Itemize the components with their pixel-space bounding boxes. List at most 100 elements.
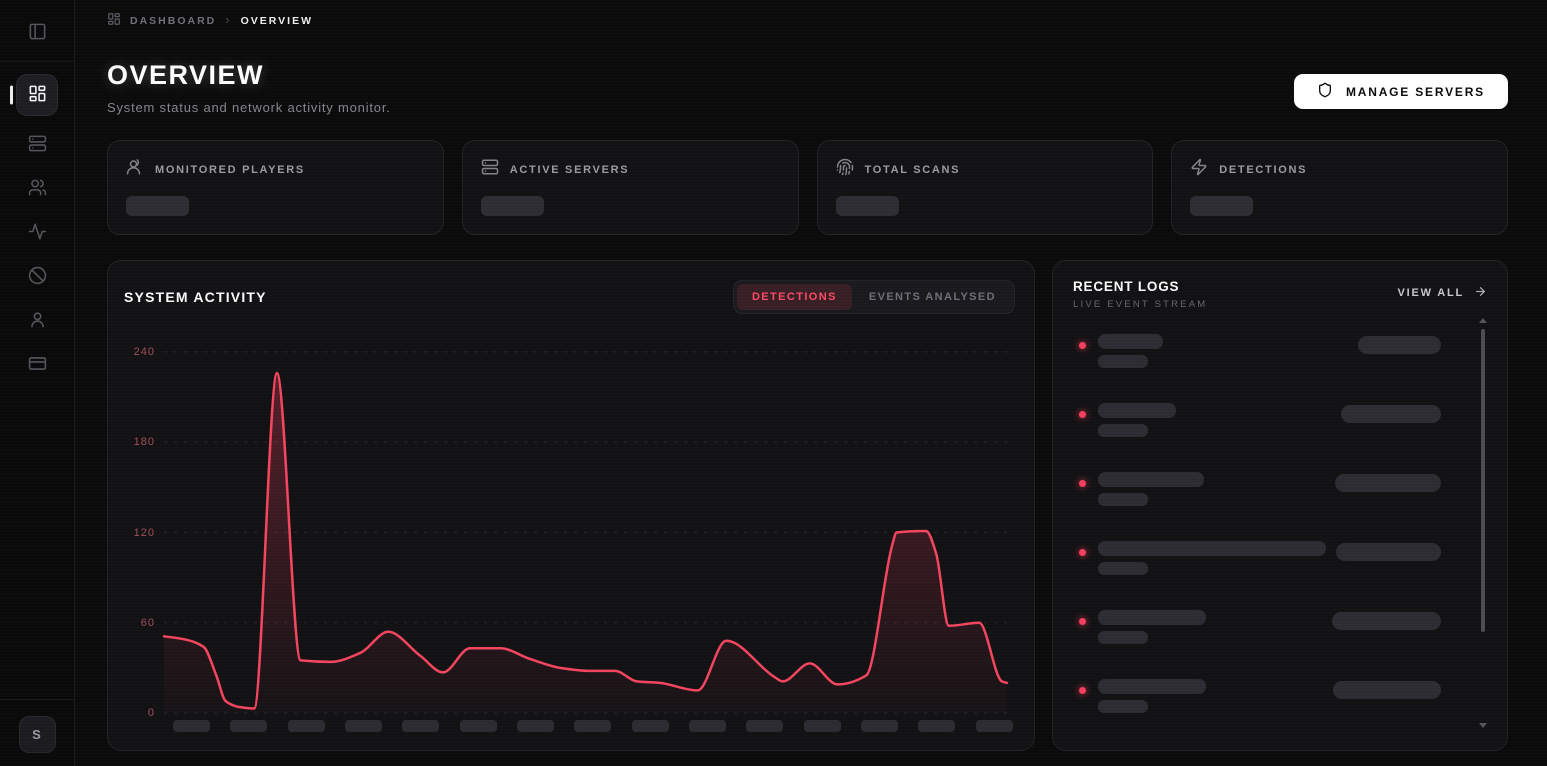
layout-dashboard-icon bbox=[107, 12, 121, 29]
x-axis-label-skeleton bbox=[804, 720, 841, 732]
log-status-dot bbox=[1079, 342, 1086, 349]
sidebar-item-dashboard[interactable] bbox=[16, 74, 58, 116]
activity-icon bbox=[28, 222, 47, 244]
scroll-down-arrow-icon[interactable] bbox=[1479, 723, 1487, 728]
stat-value-skeleton bbox=[481, 196, 544, 216]
x-axis-label-skeleton bbox=[173, 720, 210, 732]
manage-servers-label: MANAGE SERVERS bbox=[1346, 85, 1485, 99]
log-row bbox=[1079, 472, 1441, 506]
log-status-dot bbox=[1079, 480, 1086, 487]
x-axis-label-skeleton bbox=[230, 720, 267, 732]
stat-value-skeleton bbox=[126, 196, 189, 216]
x-axis-label-skeleton bbox=[288, 720, 325, 732]
log-text-skeleton bbox=[1098, 541, 1326, 575]
log-row bbox=[1079, 610, 1441, 644]
user-icon bbox=[28, 310, 47, 332]
log-status-dot bbox=[1079, 549, 1086, 556]
sidebar-item-profile[interactable] bbox=[20, 305, 54, 336]
logs-scrollbar bbox=[1478, 318, 1488, 728]
user-avatar[interactable]: S bbox=[19, 716, 56, 753]
log-text-skeleton bbox=[1098, 610, 1206, 644]
breadcrumb-separator: › bbox=[225, 12, 231, 27]
stat-card-total-scans: TOTAL SCANS bbox=[817, 140, 1154, 235]
shield-icon bbox=[1317, 82, 1333, 101]
log-status-dot bbox=[1079, 618, 1086, 625]
x-axis-label-skeleton bbox=[861, 720, 898, 732]
sidebar-item-servers[interactable] bbox=[20, 129, 54, 160]
stat-label: DETECTIONS bbox=[1219, 164, 1307, 176]
panel-left-icon bbox=[28, 22, 47, 44]
ban-icon bbox=[28, 266, 47, 288]
stat-value-skeleton bbox=[836, 196, 899, 216]
sidebar-item-billing[interactable] bbox=[20, 349, 54, 380]
users-icon bbox=[28, 178, 47, 200]
page-title: OVERVIEW bbox=[107, 60, 391, 91]
stats-row: MONITORED PLAYERS ACTIVE SERVERS TOTAL S… bbox=[107, 140, 1508, 235]
x-axis-placeholder-row bbox=[173, 720, 1015, 732]
x-axis-label-skeleton bbox=[689, 720, 726, 732]
zap-icon bbox=[1190, 158, 1208, 181]
log-text-skeleton bbox=[1098, 679, 1206, 713]
manage-servers-button[interactable]: MANAGE SERVERS bbox=[1294, 74, 1508, 109]
y-axis-tick-label: 240 bbox=[134, 346, 155, 358]
view-all-label: VIEW ALL bbox=[1397, 287, 1464, 299]
y-axis-tick-label: 180 bbox=[134, 436, 155, 448]
sidebar-bottom-section: S bbox=[0, 699, 74, 766]
area-chart-svg bbox=[164, 352, 1007, 713]
y-axis-tick-label: 60 bbox=[141, 617, 155, 629]
log-timestamp-skeleton bbox=[1358, 336, 1441, 354]
tab-events-analysed[interactable]: EVENTS ANALYSED bbox=[854, 284, 1011, 310]
log-timestamp-skeleton bbox=[1336, 543, 1441, 561]
log-row bbox=[1079, 334, 1441, 368]
content-row: SYSTEM ACTIVITY DETECTIONS EVENTS ANALYS… bbox=[107, 260, 1508, 751]
x-axis-label-skeleton bbox=[517, 720, 554, 732]
log-list bbox=[1073, 334, 1487, 713]
log-text-skeleton bbox=[1098, 334, 1163, 368]
chart-tab-group: DETECTIONS EVENTS ANALYSED bbox=[733, 280, 1015, 314]
main-content: DASHBOARD › OVERVIEW OVERVIEW System sta… bbox=[75, 0, 1547, 766]
system-activity-title: SYSTEM ACTIVITY bbox=[124, 289, 267, 305]
sidebar-item-players[interactable] bbox=[20, 173, 54, 204]
log-text-skeleton bbox=[1098, 472, 1204, 506]
arrow-right-icon bbox=[1474, 285, 1487, 301]
panel-toggle-button[interactable] bbox=[20, 17, 54, 48]
y-axis-tick-label: 0 bbox=[148, 707, 155, 719]
layout-dashboard-icon bbox=[28, 84, 47, 106]
users-round-icon bbox=[126, 158, 144, 181]
x-axis-label-skeleton bbox=[574, 720, 611, 732]
stat-label: ACTIVE SERVERS bbox=[510, 164, 630, 176]
log-timestamp-skeleton bbox=[1333, 681, 1441, 699]
sidebar: S bbox=[0, 0, 75, 766]
recent-logs-subtitle: LIVE EVENT STREAM bbox=[1073, 299, 1207, 310]
recent-logs-panel: RECENT LOGS LIVE EVENT STREAM VIEW ALL bbox=[1052, 260, 1508, 751]
sidebar-item-bans[interactable] bbox=[20, 261, 54, 292]
log-row bbox=[1079, 403, 1441, 437]
system-activity-panel: SYSTEM ACTIVITY DETECTIONS EVENTS ANALYS… bbox=[107, 260, 1035, 751]
fingerprint-icon bbox=[836, 158, 854, 181]
scrollbar-thumb[interactable] bbox=[1481, 329, 1485, 632]
log-row bbox=[1079, 541, 1441, 575]
activity-chart: 240180120600 bbox=[164, 352, 1007, 713]
x-axis-label-skeleton bbox=[632, 720, 669, 732]
log-status-dot bbox=[1079, 411, 1086, 418]
log-status-dot bbox=[1079, 687, 1086, 694]
breadcrumb-section[interactable]: DASHBOARD bbox=[130, 15, 216, 27]
stat-label: MONITORED PLAYERS bbox=[155, 164, 305, 176]
credit-card-icon bbox=[28, 354, 47, 376]
stat-label: TOTAL SCANS bbox=[865, 164, 961, 176]
sidebar-top-section bbox=[0, 0, 74, 62]
x-axis-label-skeleton bbox=[918, 720, 955, 732]
sidebar-item-activity[interactable] bbox=[20, 217, 54, 248]
page-header: OVERVIEW System status and network activ… bbox=[107, 60, 1508, 115]
server-icon bbox=[28, 134, 47, 156]
x-axis-label-skeleton bbox=[460, 720, 497, 732]
page-subtitle: System status and network activity monit… bbox=[107, 100, 391, 115]
scroll-up-arrow-icon[interactable] bbox=[1479, 318, 1487, 323]
breadcrumb-page: OVERVIEW bbox=[241, 15, 313, 27]
log-timestamp-skeleton bbox=[1341, 405, 1441, 423]
x-axis-label-skeleton bbox=[746, 720, 783, 732]
tab-detections[interactable]: DETECTIONS bbox=[737, 284, 852, 310]
view-all-button[interactable]: VIEW ALL bbox=[1397, 285, 1487, 301]
log-timestamp-skeleton bbox=[1335, 474, 1441, 492]
stat-card-detections: DETECTIONS bbox=[1171, 140, 1508, 235]
